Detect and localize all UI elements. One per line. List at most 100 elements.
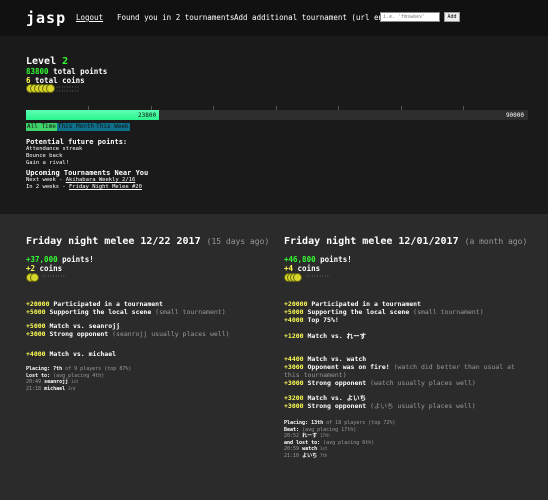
opponent-placing: 17th xyxy=(320,433,330,438)
upcoming-tournament-link[interactable]: Friday Night Melee #20 xyxy=(69,184,142,190)
tournament-card: Friday night melee 12/01/2017 (a month a… xyxy=(274,214,548,500)
list-item: In 2 weeks - Friday Night Melee #20 xyxy=(26,184,142,191)
list-item: Next week - Akihabara Weekly 2/16 xyxy=(26,177,142,184)
points-note: (よいち usually places well) xyxy=(366,402,476,410)
points-row: +1200 Match vs. れーす xyxy=(284,332,534,340)
points-group: +20000 Participated in a tournament +5000… xyxy=(26,300,266,316)
placing-detail: (avg placing 17th) xyxy=(299,426,357,433)
upcoming-tournament-link[interactable]: Akihabara Weekly 2/16 xyxy=(66,177,136,183)
match-score: 21:18 xyxy=(26,385,45,392)
points-group: +1200 Match vs. れーす xyxy=(284,332,534,340)
level-label: Level xyxy=(26,56,57,67)
points-note: (small tournament) xyxy=(409,308,484,316)
points-group: +20000 Participated in a tournament +5000… xyxy=(284,300,534,324)
points-row: +5000 Match vs. seanrojj xyxy=(26,322,266,330)
points-amount: +3000 xyxy=(284,363,304,371)
tournament-points: +37,000 points! xyxy=(26,255,94,264)
points-amount: +3200 xyxy=(284,394,304,402)
add-tournament-button[interactable]: Add xyxy=(444,12,460,22)
opponent-placing: 3rd xyxy=(68,385,76,391)
points-amount: +5000 xyxy=(26,322,46,330)
total-points: 83800 total points xyxy=(26,67,107,76)
points-amount: +4000 xyxy=(284,316,304,324)
match-score: 20:59 xyxy=(284,446,303,452)
placing-detail: of 18 players (top 72%) xyxy=(323,420,396,426)
level-progress-bar: 23800 90000 xyxy=(26,110,528,120)
progress-current: 23800 xyxy=(138,112,157,119)
stats-panel: Level 2 83800 total points 6 total coins… xyxy=(0,36,548,214)
empty-coin-slots: ::::::::: ::::::::: xyxy=(56,85,80,93)
tab-this-week[interactable]: This Week xyxy=(95,123,130,131)
placing-summary: Placing: 7th of 9 players (top 87%) Lost … xyxy=(26,366,131,392)
coin-stack: ::::::::: ::::::::: xyxy=(26,84,146,94)
tournament-title: Friday night melee 12/01/2017 (a month a… xyxy=(284,236,527,247)
points-amount: +20000 xyxy=(26,300,50,308)
points-reason: Participated in a tournament xyxy=(49,300,163,308)
app-logo[interactable]: jasp xyxy=(26,9,66,27)
points-amount: +4000 xyxy=(26,350,46,358)
points-row: +4000 Top 75%! xyxy=(284,316,534,324)
opponent-name: watch xyxy=(302,446,321,452)
points-row: +4000 Match vs. michael xyxy=(26,350,266,358)
points-reason: Strong opponent xyxy=(45,330,109,338)
upcoming-when: Next week - xyxy=(26,177,66,183)
level-value: 2 xyxy=(62,56,69,67)
tab-all-time[interactable]: All Time xyxy=(26,123,57,131)
placing-summary: Placing: 13th of 18 players (top 72%) Bea… xyxy=(284,420,395,459)
points-reason: Match vs. れーす xyxy=(303,332,367,340)
points-reason: Supporting the local scene xyxy=(45,308,152,316)
points-row: +20000 Participated in a tournament xyxy=(26,300,266,308)
coin-icon xyxy=(46,84,55,93)
empty-coin-slots: ::::::::: xyxy=(42,274,66,278)
points-amount: +3000 xyxy=(284,402,304,410)
points-reason: Opponent was on fire! xyxy=(303,363,390,371)
tournament-coins: +2 coins xyxy=(26,264,62,273)
placing-label: Placing: 7th xyxy=(26,366,63,372)
placing-detail: of 9 players (top 87%) xyxy=(62,366,132,372)
coin-icon xyxy=(30,273,39,282)
match-score: 20:49 xyxy=(26,379,45,385)
points-note: (watch usually places well) xyxy=(366,379,476,387)
placing-label: and lost to: xyxy=(284,439,321,446)
points-row: +3000 Strong opponent (watch usually pla… xyxy=(284,379,534,387)
future-points-list: Attendance streak Bounce back Gain a riv… xyxy=(26,146,82,167)
total-points-number: 83800 xyxy=(26,67,49,76)
time-range-tabs: All Time This Month This Week xyxy=(26,123,130,131)
points-amount: +4400 xyxy=(284,355,304,363)
points-amount: +1200 xyxy=(284,332,304,340)
level-display: Level 2 xyxy=(26,56,68,67)
points-reason: Match vs. よいち xyxy=(303,394,367,402)
points-reason: Match vs. watch xyxy=(303,355,367,363)
points-note: (seanrojj usually places well) xyxy=(108,330,230,338)
match-score: 21:10 xyxy=(284,452,303,459)
list-item: Gain a rival! xyxy=(26,160,70,166)
points-reason: Supporting the local scene xyxy=(303,308,410,316)
points-row: +5000 Supporting the local scene (small … xyxy=(284,308,534,316)
points-reason: Strong opponent xyxy=(303,402,367,410)
tournament-coin-row: ::::::::: xyxy=(284,273,364,282)
logout-link[interactable]: Logout xyxy=(76,13,103,22)
future-points-title: Potential future points: xyxy=(26,138,128,146)
placing-detail: (avg placing 4th) xyxy=(50,372,105,379)
list-item: Attendance streak xyxy=(26,146,83,152)
points-amount: +5000 xyxy=(284,308,304,316)
placing-label: Placing: 13th xyxy=(284,420,324,426)
tournament-coins-number: +4 xyxy=(284,264,294,273)
placing-detail: (avg placing 6th) xyxy=(320,439,375,446)
add-tournament-input[interactable]: i.e. 'fmswkev' xyxy=(380,12,440,22)
points-group: +5000 Match vs. seanrojj +3000 Strong opp… xyxy=(26,322,266,338)
found-tournaments-text: Found you in 2 tournaments xyxy=(117,13,235,22)
points-row: +3000 Strong opponent (よいち usually place… xyxy=(284,402,534,410)
coin-icon xyxy=(293,273,302,282)
tournament-points-number: +46,800 xyxy=(284,255,316,264)
match-result: 21:18 michael 3rd xyxy=(26,386,131,393)
tournament-card: Friday night melee 12/22 2017 (15 days a… xyxy=(0,214,274,500)
match-result: 21:10 よいち 7th xyxy=(284,453,395,460)
points-row: +5000 Supporting the local scene (small … xyxy=(26,308,266,316)
opponent-placing: 1st xyxy=(320,446,328,451)
tab-this-month[interactable]: This Month xyxy=(56,123,96,131)
empty-coin-slots: ::::::::: xyxy=(306,274,330,278)
points-group: +4000 Match vs. michael xyxy=(26,350,266,358)
tournament-coins: +4 coins xyxy=(284,264,320,273)
points-reason: Match vs. michael xyxy=(45,350,117,358)
